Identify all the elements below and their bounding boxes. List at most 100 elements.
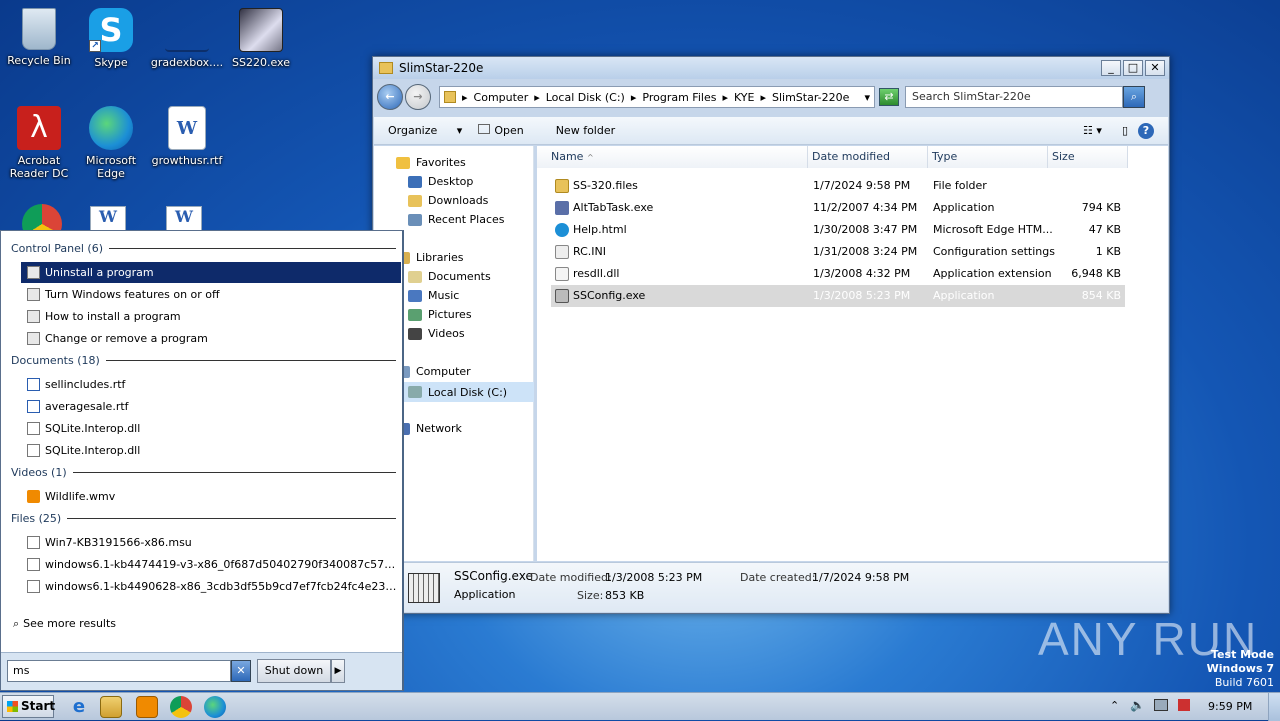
breadcrumb-slimstar[interactable]: SlimStar-220e (772, 91, 849, 104)
minimize-button[interactable]: _ (1101, 60, 1121, 76)
file-row[interactable]: AltTabTask.exe 11/2/2007 4:34 PM Applicati… (551, 197, 1125, 219)
flag-icon[interactable] (1178, 699, 1190, 711)
result-change-remove[interactable]: Change or remove a program (21, 328, 401, 349)
result-file[interactable]: Win7-KB3191566-x86.msu (21, 532, 401, 553)
group-videos[interactable]: Videos (1) (11, 466, 396, 479)
see-more-results[interactable]: ⌕ See more results (13, 617, 116, 631)
nav-favorites[interactable]: Favorites (396, 156, 466, 169)
edge-icon[interactable] (204, 696, 226, 718)
breadcrumb-local-disk[interactable]: Local Disk (C:) (546, 91, 625, 104)
details-created-label: Date created: (740, 571, 816, 584)
column-header-size[interactable]: Size (1048, 146, 1128, 168)
column-header-type[interactable]: Type (928, 146, 1048, 168)
show-desktop-button[interactable] (1268, 693, 1280, 721)
file-row[interactable]: SS-320.files 1/7/2024 9:58 PM File folder (551, 175, 1125, 197)
result-document[interactable]: sellincludes.rtf (21, 374, 401, 395)
desktop-icon-skype[interactable]: S ↗ Skype (72, 8, 150, 69)
result-uninstall-program[interactable]: Uninstall a program (21, 262, 401, 283)
desktop-icon-recycle-bin[interactable]: Recycle Bin (0, 8, 78, 67)
breadcrumb-kye[interactable]: KYE (734, 91, 755, 104)
tray-overflow-icon[interactable]: ⌃ (1110, 699, 1119, 712)
rtf-document-icon (27, 378, 40, 391)
help-icon[interactable]: ? (1138, 122, 1154, 139)
media-player-icon[interactable] (136, 696, 158, 718)
start-search-input[interactable]: ms (7, 660, 231, 682)
result-windows-features[interactable]: Turn Windows features on or off (21, 284, 401, 305)
explorer-window[interactable]: SlimStar-220e _ □ ✕ ← → ▸ Computer ▸ Loc… (372, 56, 1170, 614)
open-button[interactable]: Open (478, 124, 539, 137)
dll-icon (555, 267, 569, 281)
address-dropdown-icon[interactable]: ▾ (864, 91, 870, 104)
maximize-button[interactable]: □ (1123, 60, 1143, 76)
clear-search-icon[interactable]: ✕ (231, 660, 251, 682)
nav-pictures[interactable]: Pictures (408, 308, 472, 321)
skype-icon: S ↗ (89, 8, 133, 52)
nav-videos[interactable]: Videos (408, 327, 465, 340)
desktop-icon-ss220[interactable]: SS220.exe (222, 8, 300, 69)
column-header-name[interactable]: Name ^ (537, 146, 808, 168)
nav-recent-places[interactable]: Recent Places (408, 213, 505, 226)
search-icon[interactable]: ⌕ (1123, 86, 1145, 108)
nav-music[interactable]: Music (408, 289, 459, 302)
refresh-button[interactable]: ⇄ (879, 88, 899, 106)
view-options-icon[interactable]: ☷ ▾ (1083, 124, 1102, 137)
result-document[interactable]: SQLite.Interop.dll (21, 418, 401, 439)
result-document[interactable]: averagesale.rtf (21, 396, 401, 417)
breadcrumb-program-files[interactable]: Program Files (642, 91, 716, 104)
nav-downloads[interactable]: Downloads (408, 194, 488, 207)
result-how-to-install[interactable]: How to install a program (21, 306, 401, 327)
file-row[interactable]: resdll.dll 1/3/2008 4:32 PM Application ex… (551, 263, 1125, 285)
new-folder-button[interactable]: New folder (556, 124, 615, 137)
shutdown-options-icon[interactable]: ▶ (331, 659, 345, 683)
internet-explorer-icon[interactable]: e (68, 696, 90, 718)
clock[interactable]: 9:59 PM (1208, 700, 1252, 713)
edge-html-icon (555, 223, 569, 237)
file-row-selected[interactable]: SSConfig.exe 1/3/2008 5:23 PM Application 8… (551, 285, 1125, 307)
shutdown-button[interactable]: Shut down (257, 659, 331, 683)
group-documents[interactable]: Documents (18) (11, 354, 396, 367)
explorer-taskbar-icon[interactable] (100, 696, 122, 718)
file-row[interactable]: Help.html 1/30/2008 3:47 PM Microsoft Edge… (551, 219, 1125, 241)
desktop-icon-acrobat[interactable]: λ Acrobat Reader DC (0, 106, 78, 180)
result-document[interactable]: SQLite.Interop.dll (21, 440, 401, 461)
network-tray-icon[interactable] (1154, 699, 1168, 711)
nav-documents[interactable]: Documents (408, 270, 491, 283)
start-button[interactable]: Start (2, 695, 55, 718)
nav-libraries[interactable]: Libraries (396, 251, 464, 264)
close-button[interactable]: ✕ (1145, 60, 1165, 76)
organize-button[interactable]: Organize ▾ (388, 124, 462, 137)
column-header-date[interactable]: Date modified (808, 146, 928, 168)
preview-pane-icon[interactable]: ▯ (1122, 124, 1128, 137)
msu-file-icon (27, 580, 40, 593)
nav-desktop[interactable]: Desktop (408, 175, 473, 188)
command-bar: Organize ▾ Open New folder ☷ ▾ ▯ ? (374, 117, 1168, 145)
group-files[interactable]: Files (25) (11, 512, 396, 525)
partial-desktop-icons: W W (20, 204, 220, 244)
desktop-icon-gradexbox[interactable]: gradexbox.... (148, 8, 226, 69)
keyboard-app-icon (555, 289, 569, 303)
search-input[interactable]: Search SlimStar-220e (905, 86, 1123, 108)
group-control-panel[interactable]: Control Panel (6) (11, 242, 396, 255)
desktop-icon-growthusr[interactable]: W growthusr.rtf (148, 106, 226, 167)
nav-network[interactable]: Network (396, 422, 462, 435)
folder-icon (555, 179, 569, 193)
forward-button[interactable]: → (405, 84, 431, 110)
nav-computer[interactable]: Computer (396, 365, 471, 378)
folder-icon (379, 62, 393, 74)
breadcrumb-sep: ▸ (760, 90, 766, 104)
explorer-titlebar[interactable]: SlimStar-220e _ □ ✕ (373, 57, 1169, 79)
drive-icon (408, 386, 422, 398)
nav-local-disk[interactable]: Local Disk (C:) (396, 382, 534, 402)
address-bar[interactable]: ▸ Computer ▸ Local Disk (C:) ▸ Program F… (439, 86, 875, 108)
breadcrumb-computer[interactable]: Computer (474, 91, 529, 104)
desktop-icon-edge[interactable]: Microsoft Edge (72, 106, 150, 180)
file-row[interactable]: RC.INI 1/31/2008 3:24 PM Configuration set… (551, 241, 1125, 263)
details-filename: SSConfig.exe (454, 569, 533, 583)
back-button[interactable]: ← (377, 84, 403, 110)
volume-icon[interactable]: 🔈 (1130, 698, 1145, 712)
result-file[interactable]: windows6.1-kb4490628-x86_3cdb3df55b9cd7e… (21, 576, 401, 597)
result-file[interactable]: windows6.1-kb4474419-v3-x86_0f687d504027… (21, 554, 401, 575)
result-video[interactable]: Wildlife.wmv (21, 486, 401, 507)
chrome-icon[interactable] (170, 696, 192, 718)
videos-icon (408, 327, 422, 340)
